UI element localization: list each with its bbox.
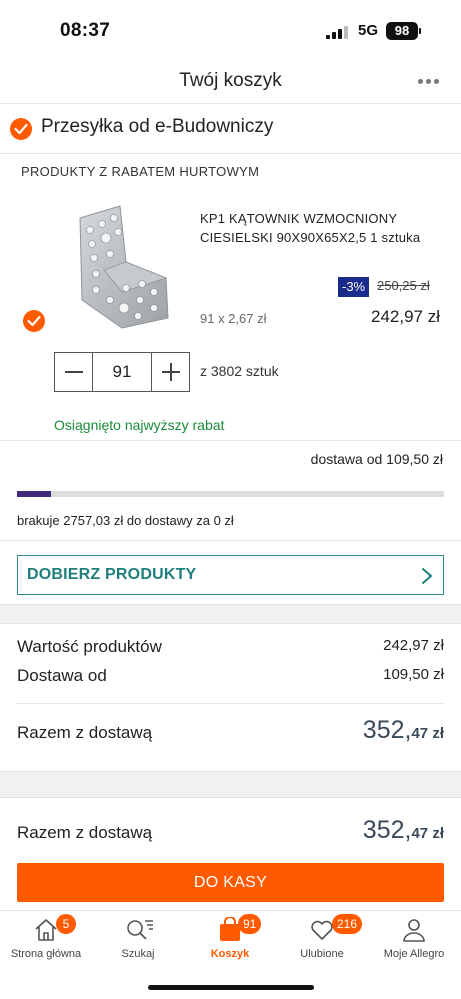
decrease-quantity-button[interactable] [55,353,93,391]
progress-fill [17,491,52,497]
quantity-stepper: 91 [54,352,190,392]
summary-total-row: Razem z dostawą 352,47 zł [17,711,444,745]
tab-label: Szukaj [121,948,155,960]
plus-icon-vertical [170,363,172,381]
product-name[interactable]: KP1 KĄTOWNIK WZMOCNIONY CIESIELSKI 90X90… [200,209,430,247]
tab-label: Strona główna [10,948,82,960]
products-value: 242,97 zł [383,637,444,654]
unit-price: 91 x 2,67 zł [200,311,267,326]
products-value-label: Wartość produktów [17,637,162,656]
status-bar: 08:37 5G 98 [0,0,461,60]
divider [17,703,444,704]
tab-label: Ulubione [300,948,344,960]
line-price: 242,97 zł [371,307,440,326]
minus-icon [65,371,83,373]
delivery-cost-value: 109,50 zł [383,666,444,683]
section-separator [0,771,461,798]
increase-quantity-button[interactable] [151,353,189,391]
summary-total-label: Razem z dostawą [17,723,153,742]
old-price: 250,25 zł [377,278,430,293]
heart-icon [311,920,333,940]
tab-cart[interactable]: 91 Koszyk [184,911,276,971]
checkout-button[interactable]: DO KASY [17,863,444,902]
tab-my-allegro[interactable]: Moje Allegro [368,911,460,971]
check-icon [27,315,41,327]
battery-tip [419,28,421,34]
tab-favorites[interactable]: 216 Ulubione [276,911,368,971]
tab-label: Moje Allegro [383,948,445,960]
wholesale-section-label: PRODUKTY Z RABATEM HURTOWYM [21,164,260,179]
discount-note: Osiągnięto najwyższy rabat [54,417,225,433]
seller-header: Przesyłka od e-Budowniczy [0,104,461,154]
stock-text: z 3802 sztuk [200,363,279,379]
page-title: Twój koszyk [179,70,282,91]
home-icon [35,919,57,941]
search-icon [127,920,153,940]
free-delivery-progress [17,491,444,497]
top-bar: Twój koszyk [0,60,461,104]
delivery-from: dostawa od 109,50 zł [310,451,443,467]
product-image[interactable] [58,200,176,330]
product-checkbox[interactable] [23,310,45,332]
favorites-badge: 216 [332,914,363,934]
more-options-icon[interactable] [418,78,440,86]
footer-total-label: Razem z dostawą [17,823,153,842]
battery-icon: 98 [386,22,418,40]
products-value-row: Wartość produktów 242,97 zł [17,637,444,661]
check-icon [14,123,28,135]
add-products-label: DOBIERZ PRODUKTY [27,566,197,583]
network-type: 5G [358,22,379,39]
summary-total-value: 352,47 zł [362,716,444,744]
footer-total-row: Razem z dostawą 352,47 zł [17,811,444,845]
seller-name: Przesyłka od e-Budowniczy [41,116,274,137]
free-delivery-missing: brakuje 2757,03 zł do dostawy za 0 zł [17,513,234,528]
user-icon [403,919,425,942]
delivery-cost-row: Dostawa od 109,50 zł [17,666,444,690]
seller-checkbox[interactable] [10,118,32,140]
chevron-right-icon [422,568,432,584]
section-separator [0,604,461,624]
divider [0,440,461,441]
quantity-input[interactable]: 91 [93,353,151,391]
tab-label: Koszyk [210,948,250,960]
footer-total-value: 352,47 zł [362,816,444,844]
delivery-cost-label: Dostawa od [17,666,107,685]
home-indicator [148,985,314,990]
cart-badge: 91 [238,914,262,934]
tab-home[interactable]: 5 Strona główna [0,911,92,971]
divider [0,540,461,541]
signal-icon [326,26,350,39]
home-badge: 5 [56,914,76,934]
add-products-button[interactable]: DOBIERZ PRODUKTY [17,555,444,595]
tab-search[interactable]: Szukaj [92,911,184,971]
discount-badge: -3% [338,277,370,297]
status-time: 08:37 [60,20,111,41]
